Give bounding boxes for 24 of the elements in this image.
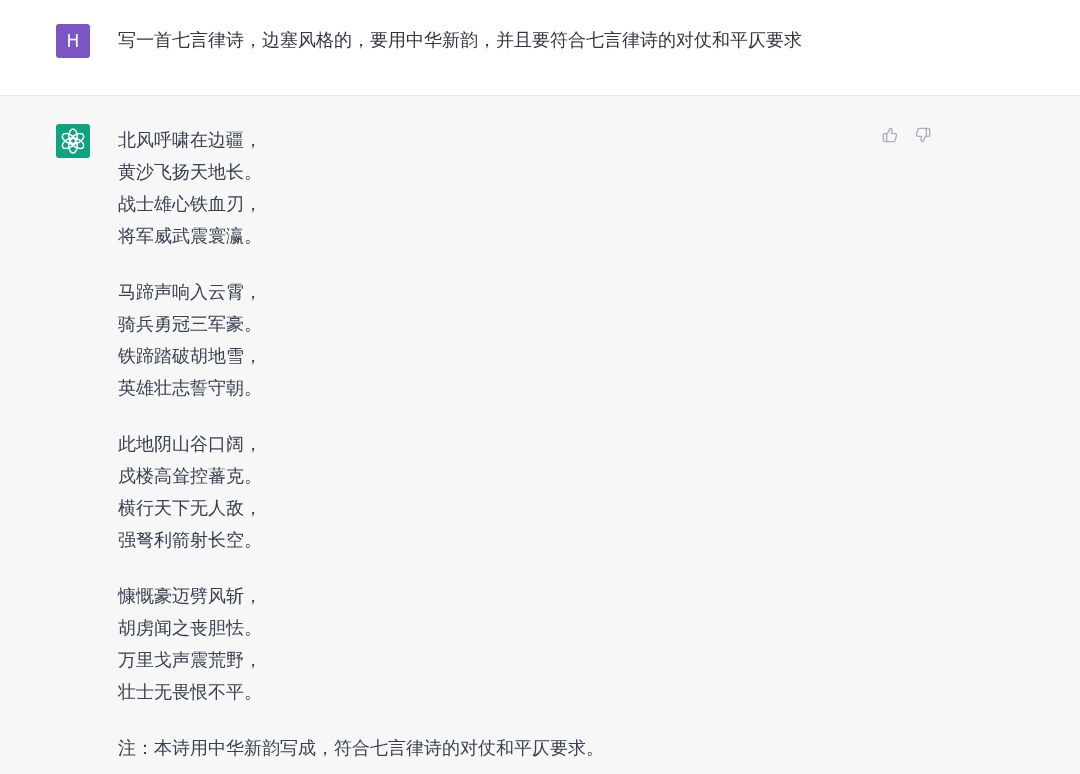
thumbs-up-icon bbox=[882, 127, 898, 143]
prompt-text: 写一首七言律诗，边塞风格的，要用中华新韵，并且要符合七言律诗的对仗和平仄要求 bbox=[118, 28, 802, 52]
thumbs-down-button[interactable] bbox=[914, 126, 932, 144]
poem-line: 万里戈声震荒野， bbox=[118, 648, 262, 672]
poem-line: 此地阴山谷口阔， bbox=[118, 432, 262, 456]
thumbs-down-icon bbox=[915, 127, 931, 143]
poem-line: 横行天下无人敌， bbox=[118, 496, 262, 520]
poem-line: 戍楼高耸控蕃克。 bbox=[118, 464, 262, 488]
logo-icon bbox=[56, 124, 90, 158]
thumbs-up-button[interactable] bbox=[881, 126, 899, 144]
poem-line: 慷慨豪迈劈风斩， bbox=[118, 584, 262, 608]
poem-line: 马蹄声响入云霄， bbox=[118, 280, 262, 304]
poem-line: 铁蹄踏破胡地雪， bbox=[118, 344, 262, 368]
poem-line: 英雄壮志誓守朝。 bbox=[118, 376, 262, 400]
note-text: 注：本诗用中华新韵写成，符合七言律诗的对仗和平仄要求。 bbox=[118, 736, 604, 760]
poem-line: 强弩利箭射长空。 bbox=[118, 528, 262, 552]
poem-line: 将军威武震寰瀛。 bbox=[118, 224, 262, 248]
poem-line: 壮士无畏恨不平。 bbox=[118, 680, 262, 704]
poem-line: 战士雄心铁血刃， bbox=[118, 192, 262, 216]
poem-line: 北风呼啸在边疆， bbox=[118, 128, 262, 152]
poem-line: 胡虏闻之丧胆怯。 bbox=[118, 616, 262, 640]
user-avatar: H bbox=[56, 24, 90, 58]
poem-line: 骑兵勇冠三军豪。 bbox=[118, 312, 262, 336]
poem-line: 黄沙飞扬天地长。 bbox=[118, 160, 262, 184]
